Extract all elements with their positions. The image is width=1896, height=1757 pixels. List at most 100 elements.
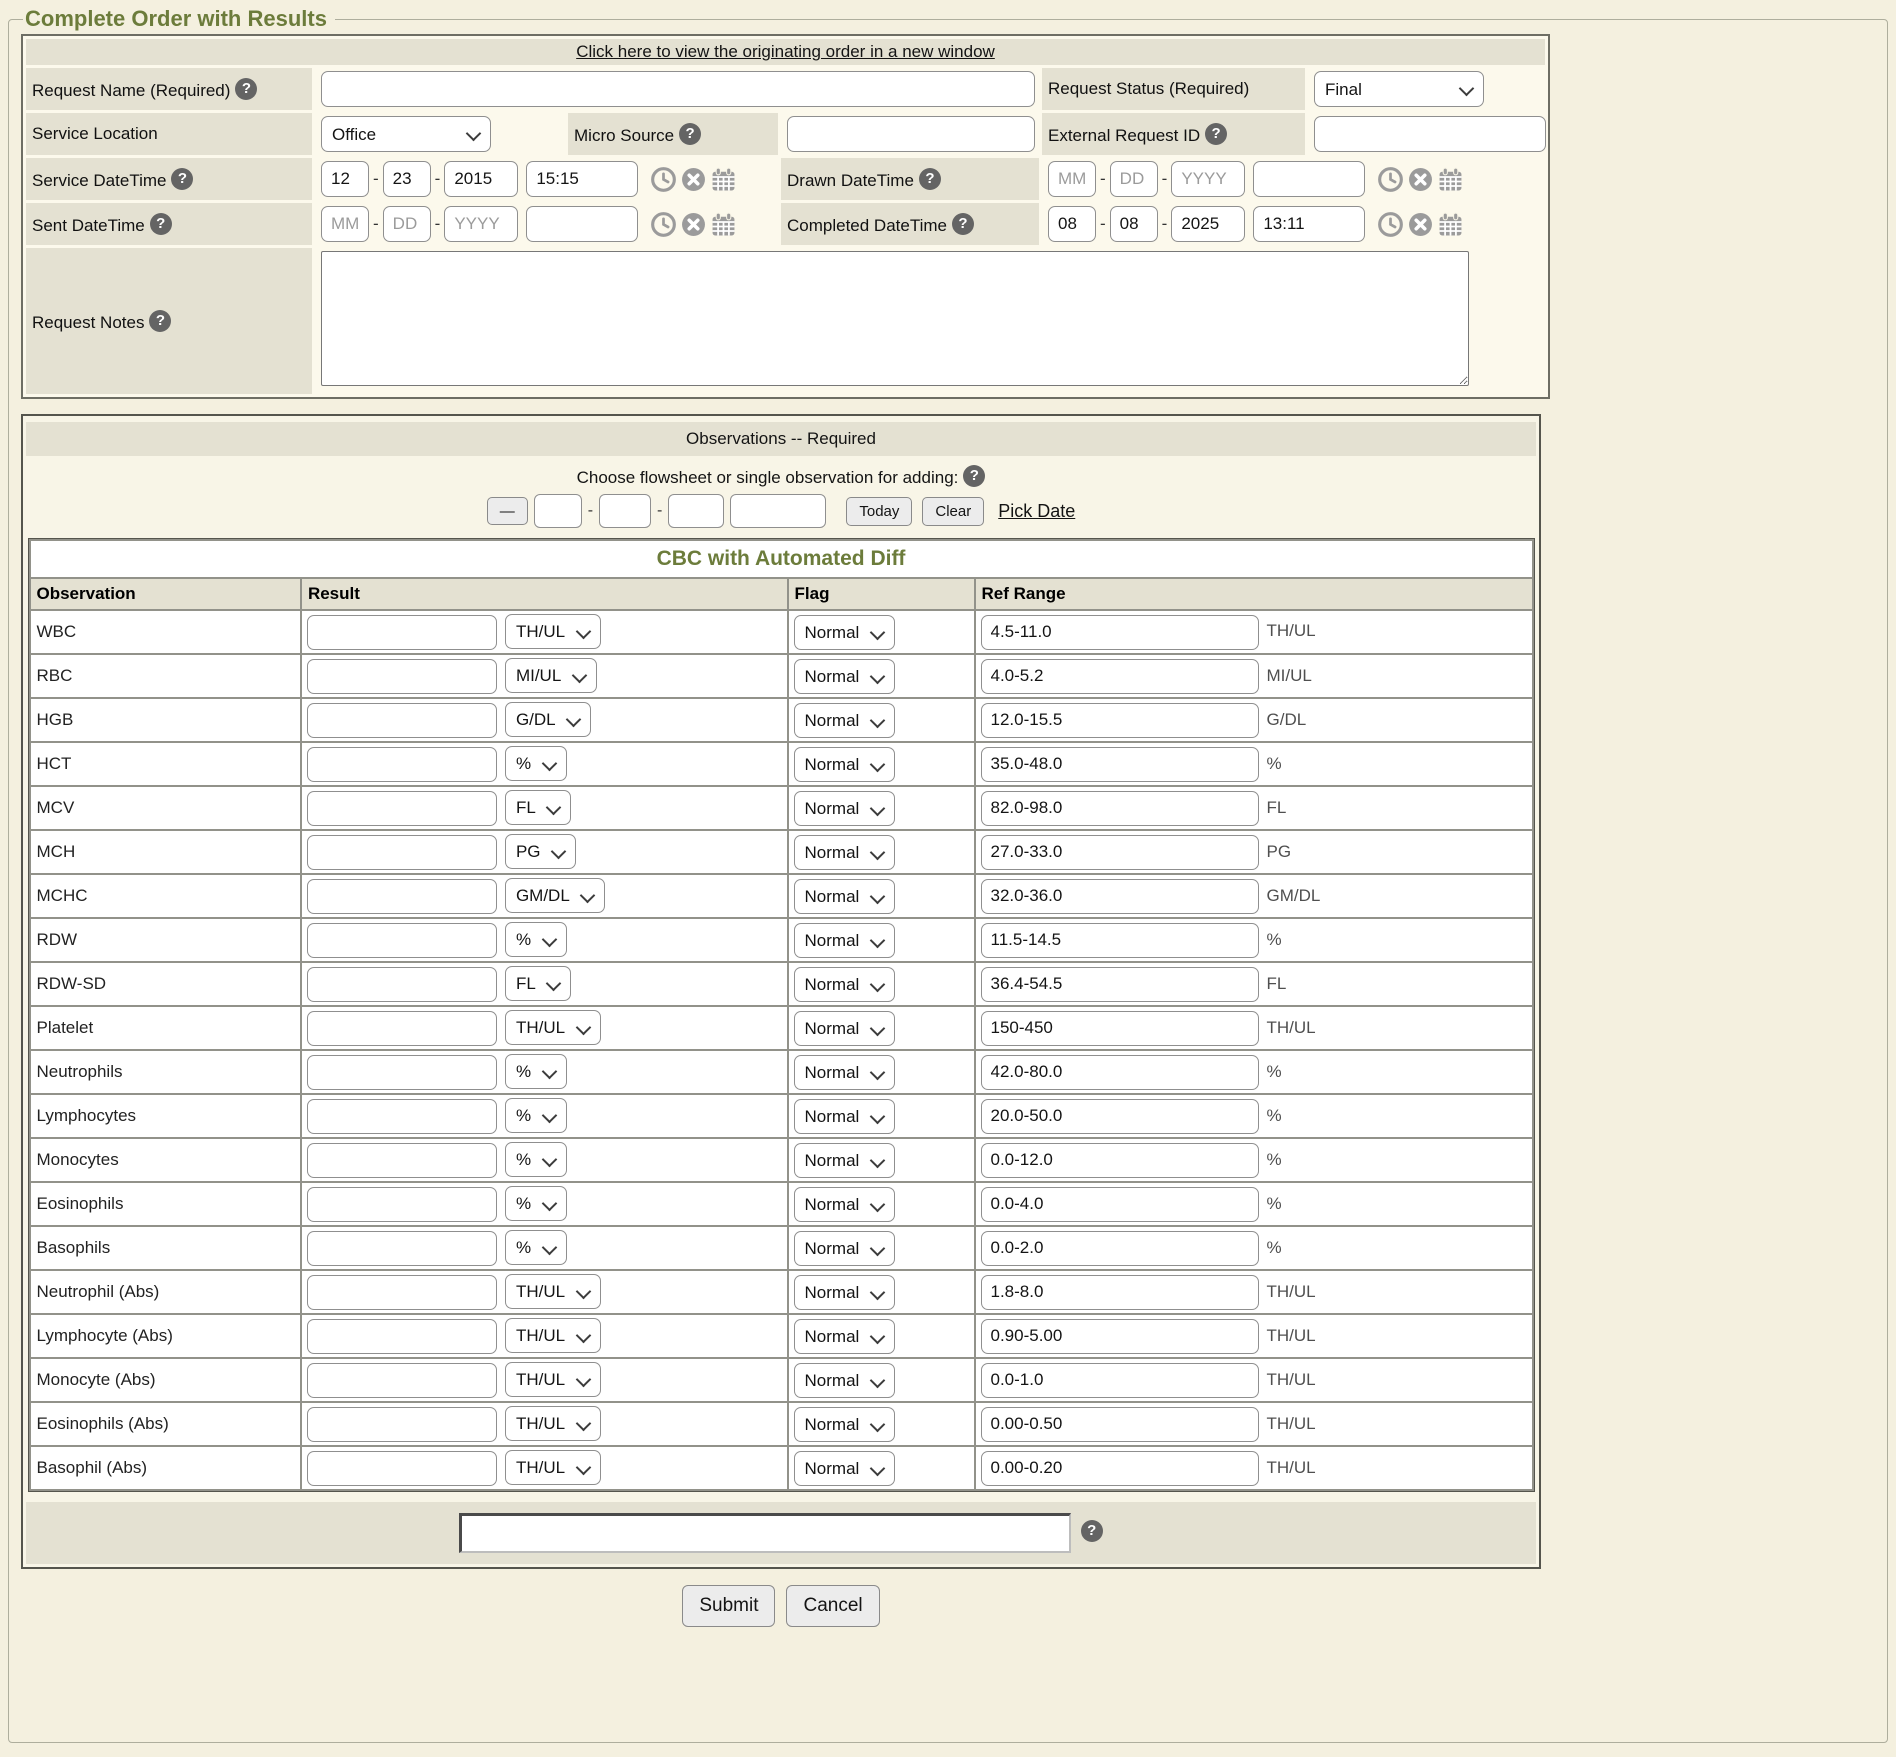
ref-range-input[interactable] [981,1099,1259,1134]
sent-month-input[interactable] [321,206,369,242]
flag-select[interactable]: Normal [794,1319,895,1354]
flag-select[interactable]: Normal [794,1275,895,1310]
pick-date-link[interactable]: Pick Date [998,501,1075,522]
service-location-select[interactable]: Office [321,116,491,152]
flag-select[interactable]: Normal [794,1407,895,1442]
result-unit-select[interactable]: % [505,1142,567,1177]
drawn-time-input[interactable] [1253,161,1365,197]
ref-range-input[interactable] [981,879,1259,914]
result-input[interactable] [307,1187,497,1222]
result-unit-select[interactable]: PG [505,834,576,869]
result-input[interactable] [307,747,497,782]
flag-select[interactable]: Normal [794,703,895,738]
result-input[interactable] [307,1319,497,1354]
obs-date-month-input[interactable] [534,494,582,528]
result-unit-select[interactable]: TH/UL [505,1406,601,1441]
submit-button[interactable]: Submit [682,1585,775,1627]
flag-select[interactable]: Normal [794,659,895,694]
collapse-button[interactable]: — [487,497,528,525]
result-unit-select[interactable]: FL [505,790,571,825]
sent-day-input[interactable] [383,206,431,242]
ref-range-input[interactable] [981,1275,1259,1310]
result-unit-select[interactable]: % [505,1054,567,1089]
ref-range-input[interactable] [981,1143,1259,1178]
ref-range-input[interactable] [981,1187,1259,1222]
completed-month-input[interactable] [1048,206,1096,242]
result-input[interactable] [307,879,497,914]
calendar-icon[interactable] [1438,212,1463,237]
completed-time-input[interactable] [1253,206,1365,242]
flag-select[interactable]: Normal [794,1011,895,1046]
clear-button[interactable]: Clear [922,497,984,526]
result-input[interactable] [307,703,497,738]
result-unit-select[interactable]: G/DL [505,702,591,737]
result-input[interactable] [307,1363,497,1398]
result-unit-select[interactable]: GM/DL [505,878,605,913]
result-input[interactable] [307,659,497,694]
micro-source-input[interactable] [787,116,1035,152]
ref-range-input[interactable] [981,1011,1259,1046]
result-unit-select[interactable]: % [505,1230,567,1265]
ref-range-input[interactable] [981,791,1259,826]
ref-range-input[interactable] [981,1055,1259,1090]
result-input[interactable] [307,1055,497,1090]
result-input[interactable] [307,1231,497,1266]
ref-range-input[interactable] [981,703,1259,738]
view-originating-order-link[interactable]: Click here to view the originating order… [576,42,995,61]
flag-select[interactable]: Normal [794,879,895,914]
flag-select[interactable]: Normal [794,835,895,870]
result-unit-select[interactable]: TH/UL [505,1318,601,1353]
service-time-input[interactable] [526,161,638,197]
result-unit-select[interactable]: MI/UL [505,658,597,693]
result-input[interactable] [307,1011,497,1046]
result-unit-select[interactable]: TH/UL [505,1362,601,1397]
service-year-input[interactable] [444,161,518,197]
result-input[interactable] [307,1099,497,1134]
request-name-input[interactable] [321,71,1035,107]
completed-year-input[interactable] [1171,206,1245,242]
observation-add-input[interactable] [459,1513,1071,1553]
ref-range-input[interactable] [981,967,1259,1002]
result-input[interactable] [307,1275,497,1310]
flag-select[interactable]: Normal [794,1363,895,1398]
result-unit-select[interactable]: % [505,922,567,957]
x-circle-icon[interactable] [1408,212,1433,237]
result-unit-select[interactable]: FL [505,966,571,1001]
clock-icon[interactable] [651,167,676,192]
flag-select[interactable]: Normal [794,967,895,1002]
calendar-icon[interactable] [711,212,736,237]
x-circle-icon[interactable] [1408,167,1433,192]
result-unit-select[interactable]: % [505,746,567,781]
ref-range-input[interactable] [981,659,1259,694]
flag-select[interactable]: Normal [794,923,895,958]
result-unit-select[interactable]: TH/UL [505,1010,601,1045]
ref-range-input[interactable] [981,1363,1259,1398]
result-input[interactable] [307,1451,497,1486]
result-unit-select[interactable]: TH/UL [505,614,601,649]
request-status-select[interactable]: Final [1314,71,1484,107]
obs-date-day-input[interactable] [599,494,651,528]
flag-select[interactable]: Normal [794,791,895,826]
flag-select[interactable]: Normal [794,1143,895,1178]
service-month-input[interactable] [321,161,369,197]
sent-year-input[interactable] [444,206,518,242]
result-input[interactable] [307,1407,497,1442]
result-input[interactable] [307,835,497,870]
obs-date-year-input[interactable] [668,494,724,528]
calendar-icon[interactable] [1438,167,1463,192]
flag-select[interactable]: Normal [794,1231,895,1266]
ref-range-input[interactable] [981,1231,1259,1266]
result-input[interactable] [307,615,497,650]
ref-range-input[interactable] [981,747,1259,782]
obs-date-time-input[interactable] [730,494,826,528]
ref-range-input[interactable] [981,923,1259,958]
result-input[interactable] [307,923,497,958]
ref-range-input[interactable] [981,1407,1259,1442]
clock-icon[interactable] [651,212,676,237]
flag-select[interactable]: Normal [794,1187,895,1222]
sent-time-input[interactable] [526,206,638,242]
service-day-input[interactable] [383,161,431,197]
request-notes-textarea[interactable] [321,251,1469,386]
today-button[interactable]: Today [846,497,912,526]
result-input[interactable] [307,967,497,1002]
